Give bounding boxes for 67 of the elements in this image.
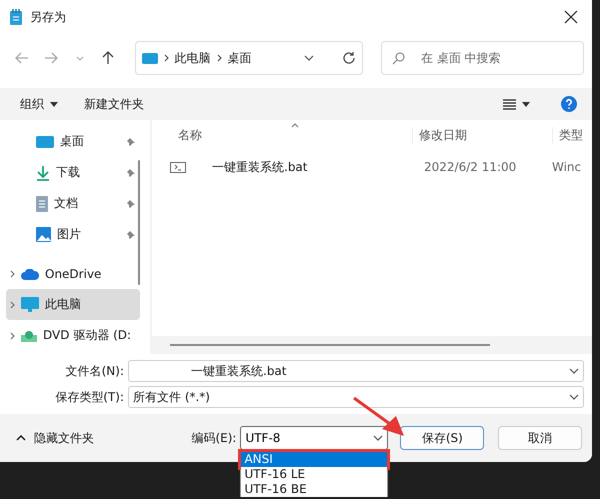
chevron-up-icon: [16, 435, 26, 441]
cancel-button[interactable]: 取消: [498, 426, 582, 450]
desktop-icon: [36, 136, 54, 148]
pin-icon: [126, 168, 136, 178]
pin-icon: [126, 136, 136, 146]
close-icon: [564, 10, 578, 24]
window-title: 另存为: [30, 8, 67, 26]
sidebar-item[interactable]: DVD 驱动器 (D:: [6, 320, 140, 351]
chevron-right-icon: [164, 54, 169, 62]
search-field[interactable]: 在 桌面 中搜索: [380, 41, 584, 75]
chevron-right-icon: [10, 270, 15, 278]
caret-icon: [50, 102, 58, 106]
cloud-icon: [21, 268, 39, 280]
organize-button[interactable]: 组织: [20, 96, 58, 112]
sidebar-item[interactable]: 此电脑: [6, 289, 140, 320]
breadcrumb-item[interactable]: 桌面: [228, 50, 252, 66]
help-icon: [561, 96, 577, 112]
hide-folders-button[interactable]: 隐藏文件夹: [16, 430, 192, 446]
field-label: 文件名(N):: [64, 362, 124, 380]
notepad-icon: [10, 9, 22, 25]
chevron-down-icon: [304, 55, 314, 61]
file-name-cell[interactable]: 一键重装系统.bat: [212, 158, 418, 176]
chevron-down-icon: [569, 394, 579, 400]
field-label: 保存类型(T):: [54, 388, 124, 406]
monitor-icon: [21, 297, 39, 312]
arrow-left-icon: [15, 52, 30, 64]
arrow-right-icon: [44, 52, 58, 64]
chevron-down-icon: [373, 435, 384, 441]
column-header[interactable]: 名称: [152, 126, 412, 144]
chevron-down-icon: [569, 368, 579, 374]
view-options-button[interactable]: [503, 98, 530, 110]
refresh-icon[interactable]: [342, 51, 356, 65]
annotation-arrow: [352, 396, 406, 438]
save-button[interactable]: 保存(S): [400, 426, 484, 450]
sidebar-item[interactable]: 文档: [6, 188, 140, 219]
pin-icon: [126, 230, 136, 240]
chevron-down-icon: [76, 56, 84, 60]
sort-ascending-icon: [291, 123, 299, 128]
sidebar-item[interactable]: 下载: [6, 157, 140, 188]
file-type-dropdown[interactable]: 所有文件 (*.*): [128, 386, 584, 408]
new-folder-button[interactable]: 新建文件夹: [84, 96, 144, 112]
arrow-up-icon: [102, 51, 114, 65]
document-icon: [36, 196, 48, 212]
disc-drive-icon: [21, 330, 37, 342]
encoding-dropdown[interactable]: UTF-8: [240, 426, 388, 450]
download-icon: [36, 164, 50, 180]
column-header[interactable]: 类型: [552, 126, 592, 144]
breadcrumb-item[interactable]: 此电脑: [174, 50, 211, 66]
field-label: 编码(E):: [191, 430, 236, 446]
caret-icon: [522, 102, 530, 106]
encoding-option[interactable]: ANSI: [241, 452, 388, 467]
pin-icon: [126, 198, 136, 208]
desktop-icon: [142, 52, 158, 64]
chevron-right-icon: [216, 54, 222, 62]
column-header[interactable]: 修改日期: [412, 126, 552, 144]
batch-file-icon: [170, 162, 186, 172]
address-bar[interactable]: 此电脑 桌面: [134, 41, 363, 75]
picture-icon: [36, 227, 51, 242]
date-cell-text: 2022/6/2 11:00: [423, 160, 518, 174]
sidebar-item[interactable]: 图片: [6, 219, 140, 250]
sidebar-item[interactable]: OneDrive: [6, 259, 140, 289]
file-name-field[interactable]: 一键重装系统.bat: [128, 360, 584, 382]
chevron-right-icon: [10, 332, 15, 340]
chevron-right-icon: [10, 300, 15, 308]
sidebar-item[interactable]: 桌面: [6, 126, 140, 157]
list-view-icon: [503, 98, 516, 110]
search-icon: [392, 52, 405, 64]
